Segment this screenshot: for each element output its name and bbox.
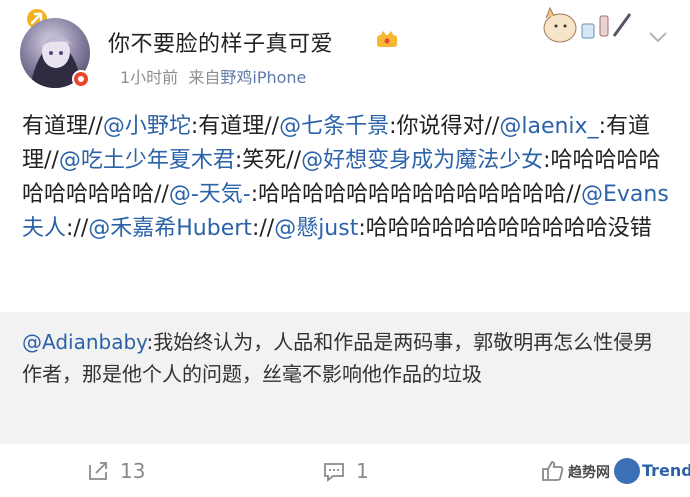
text-segment: :// bbox=[251, 216, 275, 241]
mention-link[interactable]: @好想变身成为魔法少女 bbox=[301, 148, 543, 173]
watermark-brand: Trend bbox=[642, 461, 690, 480]
sticker-decoration-icon bbox=[543, 6, 632, 43]
mention-link[interactable]: @吃土少年夏木君 bbox=[59, 148, 235, 173]
share-button[interactable]: 13 bbox=[86, 458, 145, 484]
avatar[interactable] bbox=[20, 18, 90, 88]
text-segment: :有道理// bbox=[190, 114, 280, 139]
chevron-down-icon[interactable] bbox=[648, 30, 668, 44]
repost-block[interactable]: @Adianbaby:我始终认为，人品和作品是两码事，郭敬明再怎么性侵男作者，那… bbox=[0, 312, 690, 444]
mention-link[interactable]: @懸just bbox=[274, 216, 358, 241]
mention-link[interactable]: @-天気- bbox=[169, 182, 251, 207]
text-segment: :你说得对// bbox=[389, 114, 500, 139]
post-content: 有道理//@小野坨:有道理//@七条千景:你说得对//@laenix_:有道理/… bbox=[22, 110, 674, 246]
verified-badge-icon bbox=[72, 70, 90, 88]
like-icon bbox=[542, 461, 564, 481]
text-segment: 有道理// bbox=[22, 114, 103, 139]
mention-link[interactable]: @laenix_ bbox=[499, 114, 598, 139]
mention-link[interactable]: @Adianbaby bbox=[22, 330, 147, 354]
source-prefix: 来自 bbox=[188, 68, 221, 87]
text-segment: :笑死// bbox=[234, 148, 302, 173]
post-header: 你不要脸的样子真可爱 1小时前 来自野鸡iPhone bbox=[0, 0, 690, 100]
share-count: 13 bbox=[120, 459, 146, 483]
post-meta: 1小时前 来自野鸡iPhone bbox=[120, 64, 306, 88]
username[interactable]: 你不要脸的样子真可爱 bbox=[108, 26, 333, 58]
watermark-text: 趋势网 bbox=[568, 465, 610, 481]
text-segment: :// bbox=[66, 216, 89, 241]
watermark-logo-icon bbox=[614, 458, 640, 484]
mention-link[interactable]: @小野坨 bbox=[103, 114, 191, 139]
vip-crown-icon bbox=[377, 31, 397, 47]
mention-link[interactable]: @七条千景 bbox=[279, 114, 389, 139]
mention-link[interactable]: @禾嘉希Hubert bbox=[88, 216, 252, 241]
text-segment: :哈哈哈哈哈哈哈哈哈哈哈哈哈哈// bbox=[250, 182, 581, 207]
text-segment: :哈哈哈哈哈哈哈哈哈哈哈没错 bbox=[358, 216, 652, 241]
comment-button[interactable]: 1 bbox=[322, 458, 369, 484]
comment-count: 1 bbox=[356, 459, 369, 483]
share-icon bbox=[89, 462, 107, 480]
repost-content: @Adianbaby:我始终认为，人品和作品是两码事，郭敬明再怎么性侵男作者，那… bbox=[22, 326, 672, 390]
post-time: 1小时前 bbox=[120, 68, 179, 87]
source-device[interactable]: 野鸡iPhone bbox=[220, 68, 306, 87]
post-footer: 13 1 趋势网 Trend bbox=[0, 444, 690, 497]
comment-icon bbox=[324, 463, 344, 482]
like-button[interactable] bbox=[540, 458, 566, 484]
